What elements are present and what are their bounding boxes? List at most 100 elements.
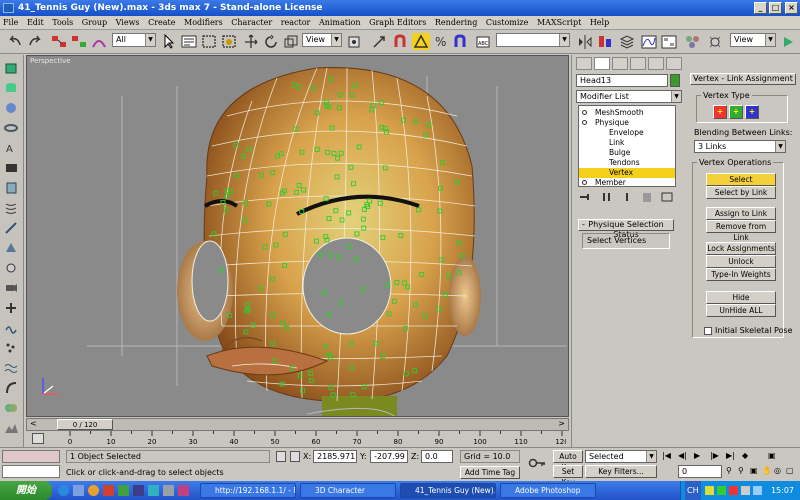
maximize-button[interactable]: □ — [769, 2, 782, 14]
add-time-tag-button[interactable]: Add Time Tag — [460, 466, 520, 479]
stack-item-envelope[interactable]: Envelope — [579, 128, 675, 138]
create-wave-icon[interactable] — [4, 361, 19, 375]
create-shape-icon[interactable] — [4, 241, 19, 255]
pan-icon[interactable]: ✋ — [762, 466, 772, 477]
modify-tab-icon[interactable] — [594, 57, 610, 70]
create-terrain-icon[interactable] — [4, 421, 19, 435]
key-icon[interactable] — [528, 456, 546, 470]
menu-help[interactable]: Help — [587, 16, 612, 29]
zoom-extents-icon[interactable]: ▣ — [750, 466, 760, 477]
stack-item-tendons[interactable]: Tendons — [579, 158, 675, 168]
menu-file[interactable]: File — [0, 16, 21, 29]
scale-icon[interactable] — [282, 33, 300, 50]
tray-icon-1[interactable] — [705, 486, 714, 495]
previous-frame-icon[interactable]: ◀| — [678, 451, 690, 462]
close-button[interactable]: × — [785, 2, 798, 14]
menu-maxscript[interactable]: MAXScript — [534, 16, 584, 29]
hide-button[interactable]: Hide — [706, 291, 776, 304]
lock-assignments-button[interactable]: Lock Assignments — [706, 242, 776, 255]
angle-snap-icon[interactable] — [412, 33, 430, 50]
select-object-icon[interactable] — [160, 33, 178, 50]
redo-icon[interactable] — [26, 33, 44, 50]
stack-item-physique[interactable]: Physique — [579, 118, 675, 128]
render-type-dropdown[interactable]: View ▼ — [730, 33, 776, 47]
maximize-viewport-icon[interactable]: ▢ — [786, 466, 796, 477]
create-box-icon[interactable] — [4, 61, 19, 75]
mirror-icon[interactable] — [576, 33, 594, 50]
create-helix-icon[interactable] — [4, 201, 19, 215]
material-editor-icon[interactable] — [684, 33, 702, 50]
quicklaunch-firefox-icon[interactable] — [88, 485, 99, 496]
start-button[interactable]: 開始 — [0, 481, 52, 500]
quicklaunch-app2-icon[interactable] — [118, 485, 129, 496]
layer-manager-icon[interactable] — [618, 33, 636, 50]
menu-reactor[interactable]: reactor — [278, 16, 314, 29]
undo-icon[interactable] — [6, 33, 24, 50]
named-selection-sets-field[interactable]: ▼ — [496, 33, 570, 47]
create-spacewarp-icon[interactable] — [4, 321, 19, 335]
select-and-link-icon[interactable] — [50, 33, 68, 50]
unhide-all-button[interactable]: UnHide ALL — [706, 304, 776, 317]
assign-to-link-button[interactable]: Assign to Link — [706, 207, 776, 220]
time-slider[interactable]: 0 / 120 < > — [26, 418, 569, 431]
rotate-icon[interactable] — [262, 33, 280, 50]
rigid-vertex-icon[interactable]: + — [713, 105, 727, 119]
create-sphere-icon[interactable] — [4, 101, 19, 115]
select-by-link-button[interactable]: Select by Link — [706, 186, 776, 199]
create-plane-icon[interactable] — [4, 161, 19, 175]
create-tube-icon[interactable] — [4, 181, 19, 195]
stack-item-member[interactable]: Member — [579, 178, 675, 186]
stack-item-vertex[interactable]: Vertex — [579, 168, 675, 178]
type-in-weights-button[interactable]: Type-In Weights — [706, 268, 776, 281]
play-icon[interactable]: ▶ — [694, 451, 706, 462]
stack-item-link[interactable]: Link — [579, 138, 675, 148]
key-mode-dropdown[interactable]: Selected ▼ — [585, 450, 657, 463]
blending-dropdown[interactable]: 3 Links ▼ — [694, 140, 786, 153]
create-cylinder-icon[interactable] — [4, 81, 19, 95]
create-loft-icon[interactable] — [4, 381, 19, 395]
quicklaunch-ie-icon[interactable] — [58, 485, 69, 496]
selection-filter-dropdown[interactable]: All ▼ — [112, 33, 156, 47]
set-key-button[interactable]: Set Key — [553, 465, 583, 487]
menu-character[interactable]: Character — [228, 16, 275, 29]
time-ruler[interactable]: 0 10 20 30 40 50 60 70 80 90 100 110 120 — [66, 431, 566, 445]
create-helper-icon[interactable] — [4, 301, 19, 315]
show-end-result-icon[interactable] — [600, 191, 614, 203]
percent-snap-icon[interactable]: % — [432, 33, 450, 50]
create-boolean-icon[interactable] — [4, 401, 19, 415]
taskbar-item-3dsmax[interactable]: 41_Tennis Guy (New).... — [400, 483, 496, 498]
configure-modifier-sets-icon[interactable] — [660, 191, 674, 203]
motion-tab-icon[interactable] — [630, 57, 646, 70]
quicklaunch-app3-icon[interactable] — [133, 485, 144, 496]
mini-curve-editor-icon[interactable] — [32, 433, 44, 444]
menu-rendering[interactable]: Rendering — [432, 16, 480, 29]
y-coordinate-field[interactable]: -207.99 — [370, 450, 408, 463]
select-manipulate-icon[interactable] — [370, 33, 388, 50]
schematic-view-icon[interactable] — [660, 33, 678, 50]
snap-toggle-icon[interactable] — [392, 33, 410, 50]
render-scene-icon[interactable] — [706, 33, 724, 50]
stack-item-meshsmooth[interactable]: MeshSmooth — [579, 108, 675, 118]
move-icon[interactable] — [242, 33, 260, 50]
remove-modifier-icon[interactable] — [640, 191, 654, 203]
zoom-icon[interactable]: ⚲ — [726, 466, 736, 477]
root-vertex-icon[interactable]: + — [745, 105, 759, 119]
create-line-icon[interactable] — [4, 221, 19, 235]
zoom-all-icon[interactable]: ⚲ — [738, 466, 748, 477]
stack-item-bulge[interactable]: Bulge — [579, 148, 675, 158]
curve-editor-icon[interactable] — [640, 33, 658, 50]
select-button[interactable]: Select — [706, 173, 776, 186]
auto-key-button[interactable]: Auto Key — [553, 450, 583, 472]
unlock-assignments-button[interactable]: Unlock Assignments — [706, 255, 776, 277]
quicklaunch-app5-icon[interactable] — [163, 485, 174, 496]
key-filters-button[interactable]: Key Filters... — [585, 465, 657, 478]
menu-customize[interactable]: Customize — [483, 16, 532, 29]
absolute-mode-icon[interactable] — [290, 451, 300, 462]
arc-rotate-icon[interactable]: ◎ — [774, 466, 784, 477]
object-color-swatch[interactable] — [670, 74, 680, 87]
initial-skeletal-pose-checkbox[interactable] — [704, 327, 712, 335]
deformable-vertex-icon[interactable]: + — [729, 105, 743, 119]
pivot-center-icon[interactable] — [346, 33, 364, 50]
bind-to-space-warp-icon[interactable] — [90, 33, 108, 50]
time-configuration-icon[interactable]: ▣ — [768, 451, 780, 462]
